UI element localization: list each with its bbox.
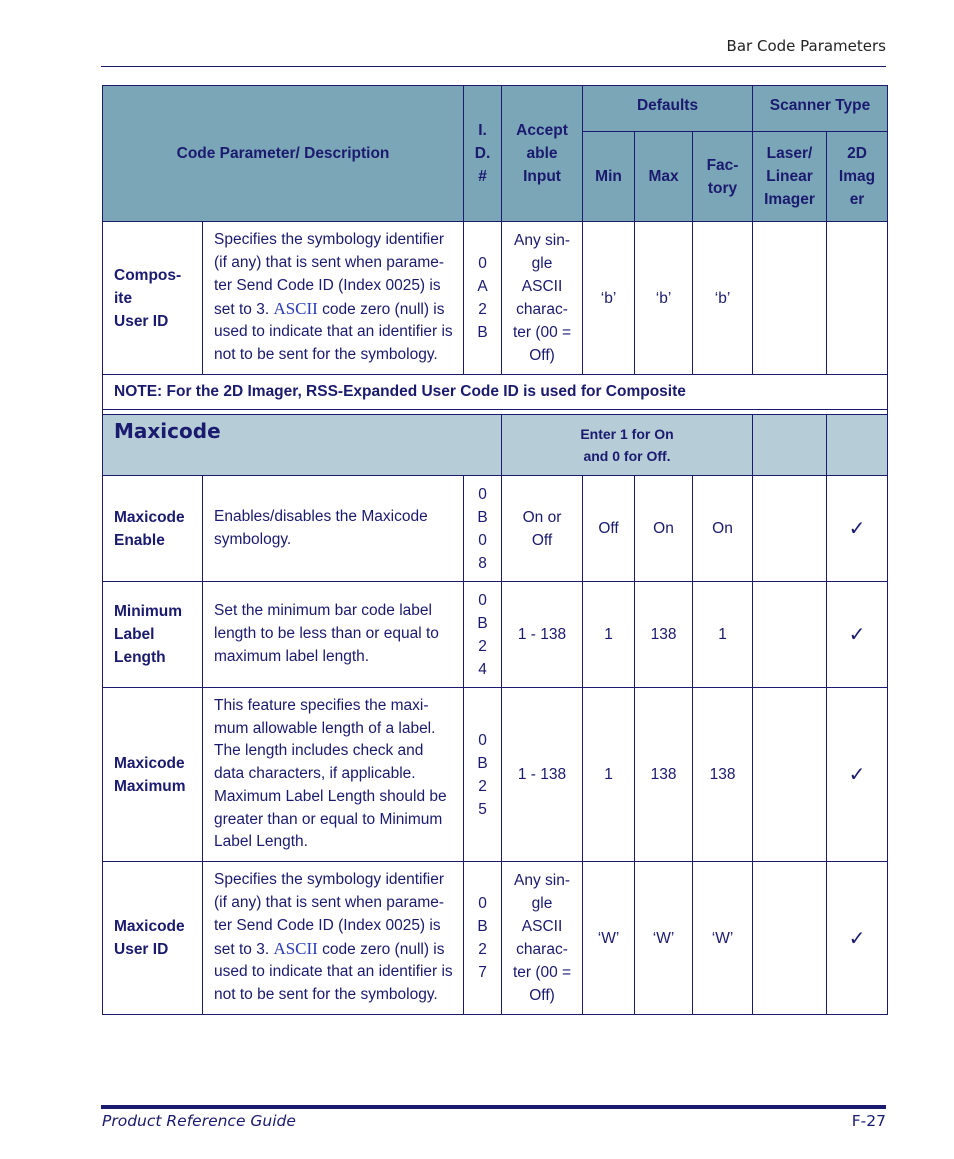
param-description: Specifies the symbology identifier (if a… <box>201 221 465 375</box>
header-rule <box>101 66 886 67</box>
param-factory: On <box>692 475 754 582</box>
running-header: Bar Code Parameters <box>726 37 886 55</box>
param-description: Enables/disables the Maxicode symbology. <box>201 475 465 582</box>
param-acceptable-input: On or Off <box>501 475 584 582</box>
param-description: This feature specifies the maxi-mum allo… <box>201 687 465 862</box>
section-hint: Enter 1 for On and 0 for Off. <box>501 414 754 476</box>
section-header-row: Maxicode Enter 1 for On and 0 for Off. <box>101 414 889 476</box>
param-laser <box>752 581 828 688</box>
param-min: ‘b’ <box>582 221 636 375</box>
param-id: 0B24 <box>463 581 503 688</box>
header-factory: Fac-tory <box>692 131 754 222</box>
checkmark-icon: ✓ <box>826 581 889 688</box>
param-max: ‘W’ <box>634 861 694 1015</box>
param-label: Minimum Label Length <box>102 581 203 688</box>
header-max: Max <box>634 131 694 222</box>
param-id: 0B08 <box>463 475 503 582</box>
param-max: ‘b’ <box>634 221 694 375</box>
table-row: Compos-ite User ID Specifies the symbolog… <box>102 221 889 375</box>
header-2d-imager: 2D Imag er <box>826 131 889 222</box>
param-min: 1 <box>582 581 636 688</box>
param-label: Compos-ite User ID <box>102 221 203 375</box>
param-id: 0A2B <box>463 221 503 375</box>
header-min: Min <box>582 131 636 222</box>
param-min: ‘W’ <box>582 861 636 1015</box>
header-scanner-type: Scanner Type <box>752 85 889 132</box>
param-acceptable-input: Any sin-gle ASCII charac-ter (00 = Off) <box>501 861 584 1015</box>
param-acceptable-input: 1 - 138 <box>501 687 584 862</box>
checkmark-icon: ✓ <box>826 687 889 862</box>
param-description: Set the minimum bar code label length to… <box>201 581 465 688</box>
param-laser <box>752 221 828 375</box>
param-max: 138 <box>634 581 694 688</box>
param-id: 0B25 <box>463 687 503 862</box>
param-label: Maxicode Maximum <box>102 687 203 862</box>
param-label: Maxicode Enable <box>102 475 203 582</box>
checkmark-icon: ✓ <box>826 861 889 1015</box>
param-factory: ‘b’ <box>692 221 754 375</box>
header-acceptable-input: Accept able Input <box>501 85 584 222</box>
parameter-table: Code Parameter/ Description I. D. # Accept… <box>101 85 889 1015</box>
footer-page-number: F-27 <box>851 1112 886 1130</box>
param-max: 138 <box>634 687 694 862</box>
table-row: Maxicode Enable Enables/disables the Maxi… <box>102 475 889 582</box>
param-factory: 138 <box>692 687 754 862</box>
header-laser-linear-imager: Laser/Linear Imager <box>752 131 828 222</box>
param-min: Off <box>582 475 636 582</box>
param-max: On <box>634 475 694 582</box>
param-laser <box>752 475 828 582</box>
param-acceptable-input: 1 - 138 <box>501 581 584 688</box>
section-title: Maxicode <box>101 414 503 476</box>
param-min: 1 <box>582 687 636 862</box>
param-factory: ‘W’ <box>692 861 754 1015</box>
header-code-parameter: Code Parameter/ Description <box>101 85 465 222</box>
footer-guide-title: Product Reference Guide <box>102 1112 296 1130</box>
checkmark-icon: ✓ <box>826 475 889 582</box>
param-acceptable-input: Any sin-gle ASCII charac-ter (00 = Off) <box>501 221 584 375</box>
param-label: Maxicode User ID <box>102 861 203 1015</box>
param-description: Specifies the symbology identifier (if a… <box>201 861 465 1015</box>
param-laser <box>752 687 828 862</box>
note-text: NOTE: For the 2D Imager, RSS-Expanded Us… <box>101 374 889 410</box>
table-row: Maxicode User ID Specifies the symbology … <box>102 861 889 1015</box>
footer-rule <box>101 1105 886 1109</box>
param-laser <box>752 861 828 1015</box>
param-factory: 1 <box>692 581 754 688</box>
param-2d-imager <box>826 221 889 375</box>
table-row: Maxicode Maximum This feature specifies t… <box>102 687 889 862</box>
header-defaults: Defaults <box>582 85 754 132</box>
param-id: 0B27 <box>463 861 503 1015</box>
header-id: I. D. # <box>463 85 503 222</box>
note-row: NOTE: For the 2D Imager, RSS-Expanded Us… <box>101 374 889 410</box>
table-row: Minimum Label Length Set the minimum bar c… <box>102 581 889 688</box>
